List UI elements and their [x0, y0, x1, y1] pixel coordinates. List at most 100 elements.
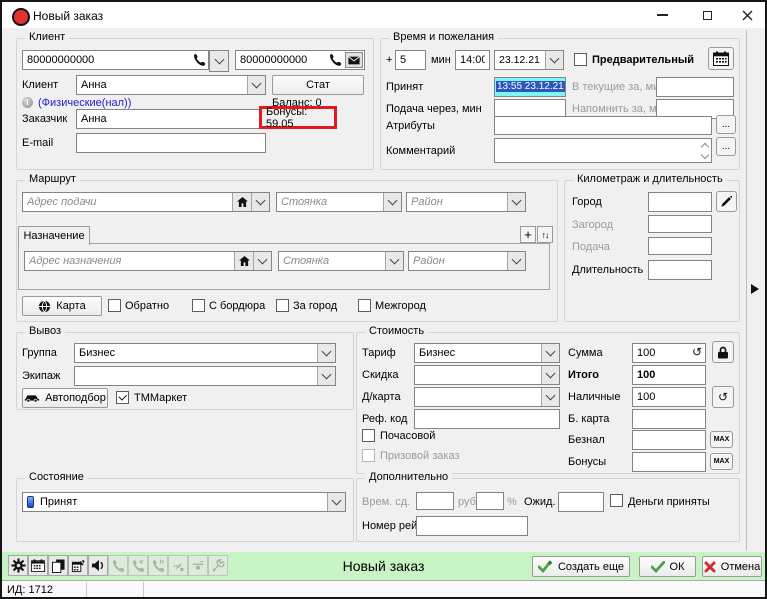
customer-input[interactable] [76, 109, 260, 129]
refcode-input[interactable] [414, 409, 560, 429]
time-input[interactable] [455, 50, 490, 70]
return-checkbox[interactable] [108, 299, 121, 312]
dcard-dropdown-button[interactable] [541, 388, 559, 406]
suburb-input[interactable] [648, 215, 712, 233]
home-button[interactable] [232, 193, 252, 211]
wait-input[interactable] [558, 492, 604, 512]
state-select[interactable]: Принят [22, 492, 346, 512]
cancel-button[interactable]: Отмена [702, 556, 762, 577]
mileage-pickup-input[interactable] [648, 237, 712, 255]
phone1-dropdown-button[interactable] [209, 50, 229, 72]
tariff-dropdown-button[interactable] [541, 344, 559, 362]
shift-input[interactable] [416, 492, 454, 510]
autoselect-button[interactable]: Автоподбор [22, 388, 108, 408]
cash-input[interactable] [632, 387, 706, 407]
scroll-arrows[interactable] [702, 144, 708, 158]
comment-more-button[interactable]: ... [716, 137, 736, 156]
money-accepted-checkbox[interactable] [610, 494, 623, 507]
parking1-dropdown-button[interactable] [383, 193, 401, 211]
phone2-input[interactable] [236, 51, 324, 69]
client-dropdown-button[interactable] [247, 76, 265, 94]
sound-button[interactable] [88, 555, 108, 576]
district2-dropdown-button[interactable] [507, 252, 525, 270]
attributes-more-button[interactable]: ... [716, 115, 736, 134]
map-button[interactable]: Карта [22, 296, 102, 316]
titlebar[interactable]: Новый заказ [2, 2, 765, 28]
sum-input[interactable] [633, 344, 685, 362]
calendar-button[interactable] [708, 47, 734, 70]
phone-icon[interactable] [192, 53, 206, 70]
crew-dropdown-button[interactable] [317, 367, 335, 385]
hourly-checkbox[interactable] [362, 429, 375, 442]
intercity-checkbox[interactable] [358, 299, 371, 312]
phone2-field[interactable] [235, 50, 365, 70]
create-more-button[interactable]: Создать еще [532, 556, 630, 577]
group-select[interactable]: Бизнес [74, 343, 336, 363]
minimize-button[interactable] [642, 2, 682, 28]
district1-combo[interactable]: Район [406, 192, 526, 212]
sort-points-button[interactable]: ↑↓ [537, 226, 553, 243]
home-button[interactable] [234, 252, 254, 270]
cashless-max-button[interactable]: MAX [710, 431, 733, 448]
preliminary-checkbox[interactable] [574, 53, 587, 66]
city-input[interactable] [648, 192, 712, 212]
bonuses-input[interactable] [632, 452, 706, 472]
total-input[interactable] [632, 365, 706, 385]
parking2-dropdown-button[interactable] [385, 252, 403, 270]
district2-combo[interactable]: Район [408, 251, 526, 271]
crew-select[interactable] [74, 366, 336, 386]
comment-textarea[interactable] [494, 138, 712, 163]
undo-icon[interactable]: ↺ [692, 347, 702, 357]
date-select[interactable]: 23.12.21 [494, 50, 564, 70]
bankcard-input[interactable] [632, 409, 706, 429]
destination-tab[interactable]: Назначение [18, 226, 90, 245]
flight-input[interactable] [416, 516, 528, 536]
dcard-select[interactable] [414, 387, 560, 407]
tariff-select[interactable]: Бизнес [414, 343, 560, 363]
ok-button[interactable]: ОК [639, 556, 696, 577]
shift-percent-input[interactable] [476, 492, 504, 510]
edit-mileage-button[interactable] [716, 191, 737, 212]
state-dropdown-button[interactable] [327, 493, 345, 511]
calendar-tool-button[interactable] [28, 555, 48, 576]
parking1-combo[interactable]: Стоянка [276, 192, 402, 212]
offset-min-input[interactable] [395, 50, 426, 70]
cashless-input[interactable] [632, 430, 706, 450]
info-icon[interactable]: i [22, 97, 33, 108]
reset-cash-button[interactable]: ↺ [712, 386, 734, 408]
phone1-input[interactable] [23, 51, 183, 69]
current-in-input[interactable] [656, 77, 734, 97]
sum-field[interactable]: ↺ [632, 343, 706, 363]
settings-button[interactable] [8, 555, 28, 576]
pickup-dropdown-button[interactable] [251, 193, 269, 211]
phonebook-edit-button[interactable] [68, 555, 88, 576]
district1-dropdown-button[interactable] [507, 193, 525, 211]
client-select[interactable]: Анна [76, 75, 266, 95]
expand-panel-button[interactable] [750, 283, 760, 298]
attributes-input[interactable] [494, 116, 712, 135]
group-dropdown-button[interactable] [317, 344, 335, 362]
bonuses-max-button[interactable]: MAX [710, 453, 733, 470]
duration-input[interactable] [648, 260, 712, 280]
maximize-button[interactable] [687, 2, 727, 28]
discount-dropdown-button[interactable] [541, 366, 559, 384]
out-of-town-checkbox[interactable] [276, 299, 289, 312]
destination-dropdown-button[interactable] [253, 252, 271, 270]
date-dropdown-button[interactable] [545, 51, 563, 69]
sms-button[interactable] [345, 52, 363, 68]
pickup-address-combo[interactable]: Адрес подачи [22, 192, 270, 212]
lock-sum-button[interactable] [712, 341, 734, 363]
add-point-button[interactable]: + [520, 226, 536, 243]
discount-select[interactable] [414, 365, 560, 385]
phone-icon[interactable] [328, 53, 342, 70]
email-input[interactable] [76, 133, 266, 153]
stat-button[interactable]: Стат [272, 75, 364, 95]
tmmarket-checkbox[interactable] [116, 391, 129, 404]
destination-address-combo[interactable]: Адрес назначения [24, 251, 272, 271]
parking2-combo[interactable]: Стоянка [278, 251, 404, 271]
accepted-field[interactable]: 13:55 23.12.21 [494, 77, 566, 97]
copy-button[interactable] [48, 555, 68, 576]
phone1-field[interactable] [22, 50, 209, 70]
close-button[interactable] [730, 2, 765, 28]
curb-checkbox[interactable] [192, 299, 205, 312]
